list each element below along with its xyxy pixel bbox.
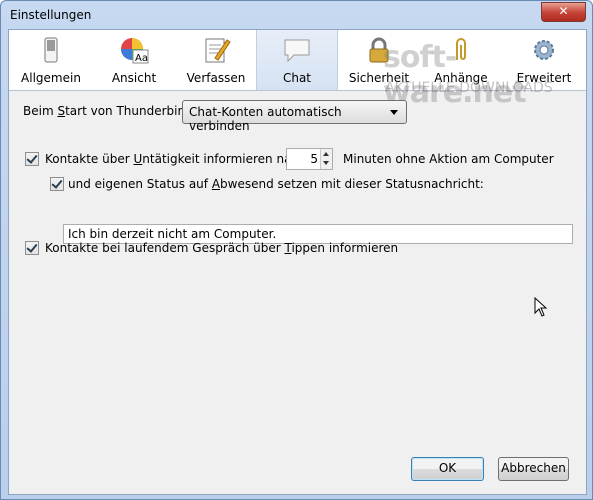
idle-minutes-suffix: Minuten ohne Aktion am Computer bbox=[343, 152, 554, 166]
away-message-input[interactable] bbox=[68, 226, 558, 242]
tab-label: Ansicht bbox=[111, 71, 157, 85]
dialog-body: Allgemein Aa Ansicht Verfassen Chat Sich… bbox=[8, 29, 587, 495]
chat-bubble-icon bbox=[284, 39, 310, 63]
close-button[interactable]: ✕ bbox=[541, 2, 586, 22]
stepper-buttons[interactable] bbox=[320, 149, 332, 169]
color-wheel-icon: Aa bbox=[121, 38, 149, 64]
chevron-down-icon bbox=[390, 110, 398, 115]
startup-dropdown[interactable]: Chat-Konten automatisch verbinden bbox=[182, 100, 407, 133]
title-bar[interactable]: Einstellungen ✕ bbox=[1, 1, 592, 29]
idle-notify-checkbox[interactable] bbox=[25, 152, 39, 166]
tab-allgemein[interactable]: Allgemein bbox=[19, 30, 83, 90]
switch-icon bbox=[44, 37, 58, 63]
window-title: Einstellungen bbox=[10, 8, 92, 22]
preferences-window: Einstellungen ✕ Allgemein Aa Ansicht Ver… bbox=[0, 0, 593, 500]
typing-notify-checkbox[interactable] bbox=[25, 241, 39, 255]
typing-notify-label: Kontakte bei laufendem Gespräch über Tip… bbox=[45, 241, 399, 255]
compose-icon bbox=[205, 38, 231, 63]
idle-minutes-value: 5 bbox=[310, 152, 318, 166]
away-status-label: und eigenen Status auf Abwesend setzen m… bbox=[68, 177, 484, 191]
svg-text:Aa: Aa bbox=[135, 53, 148, 64]
tab-label: Verfassen bbox=[186, 71, 246, 85]
tab-label: Chat bbox=[282, 71, 312, 85]
stepper-down-icon[interactable] bbox=[323, 161, 329, 165]
idle-minutes-stepper[interactable]: 5 bbox=[286, 148, 333, 170]
startup-dropdown-value: Chat-Konten automatisch verbinden bbox=[189, 105, 342, 133]
chat-pane: Beim Start von Thunderbird: Chat-Konten … bbox=[9, 91, 586, 494]
tab-label: Allgemein bbox=[21, 71, 81, 85]
idle-notify-label: Kontakte über Untätigkeit informieren na… bbox=[45, 152, 306, 166]
stepper-up-icon[interactable] bbox=[323, 152, 329, 156]
cancel-button[interactable]: Abbrechen bbox=[498, 457, 569, 481]
tab-ansicht[interactable]: Aa Ansicht bbox=[103, 30, 165, 90]
preferences-toolbar: Allgemein Aa Ansicht Verfassen Chat Sich… bbox=[9, 30, 586, 110]
tab-verfassen[interactable]: Verfassen bbox=[181, 30, 251, 90]
ok-button[interactable]: OK bbox=[411, 457, 484, 481]
startup-label: Beim Start von Thunderbird: bbox=[23, 104, 194, 118]
away-status-checkbox[interactable] bbox=[50, 177, 64, 191]
mouse-cursor-icon bbox=[534, 297, 548, 317]
tab-chat[interactable]: Chat bbox=[256, 30, 338, 90]
